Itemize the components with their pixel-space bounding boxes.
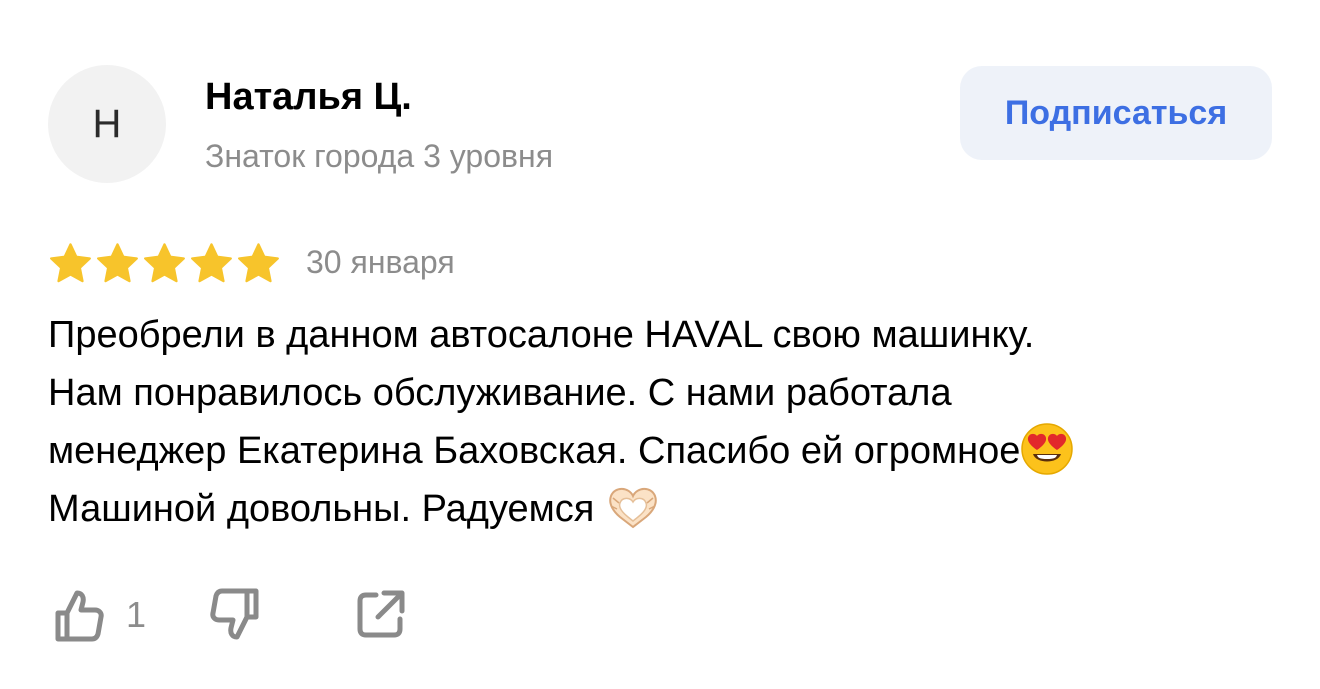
heart-hands-emoji <box>609 487 657 529</box>
share-icon <box>357 590 405 638</box>
like-count: 1 <box>126 594 147 635</box>
thumbs-down-icon <box>210 588 259 640</box>
like-button[interactable]: 1 <box>48 583 146 647</box>
avatar[interactable]: Н <box>48 65 166 183</box>
review-date: 30 января <box>306 244 455 280</box>
review-line: менеджер Екатерина Баховская. Спасибо ей… <box>48 422 1288 480</box>
subscribe-button[interactable]: Подписаться <box>960 66 1272 160</box>
share-button[interactable] <box>350 585 410 645</box>
avatar-initial: Н <box>92 101 122 146</box>
author-name[interactable]: Наталья Ц. <box>205 76 412 119</box>
review-line: Преобрели в данном автосалоне HAVAL свою… <box>48 314 1035 356</box>
star-icon <box>50 242 91 282</box>
review-line: Нам понравилось обслуживание. С нами раб… <box>48 372 952 414</box>
star-icon <box>238 242 279 282</box>
star-icon <box>144 242 185 282</box>
star-icon <box>191 242 232 282</box>
star-icon <box>97 242 138 282</box>
dislike-button[interactable] <box>202 583 266 647</box>
heart-eyes-emoji <box>1021 423 1074 475</box>
review-line: Машиной довольны. Радуемся <box>48 480 1288 538</box>
author-level: Знаток города 3 уровня <box>205 138 554 174</box>
review-text: Преобрели в данном автосалоне HAVAL свою… <box>48 306 1288 538</box>
review-actions: 1 <box>48 580 410 650</box>
thumbs-up-icon <box>55 590 104 642</box>
star-rating <box>48 238 283 288</box>
